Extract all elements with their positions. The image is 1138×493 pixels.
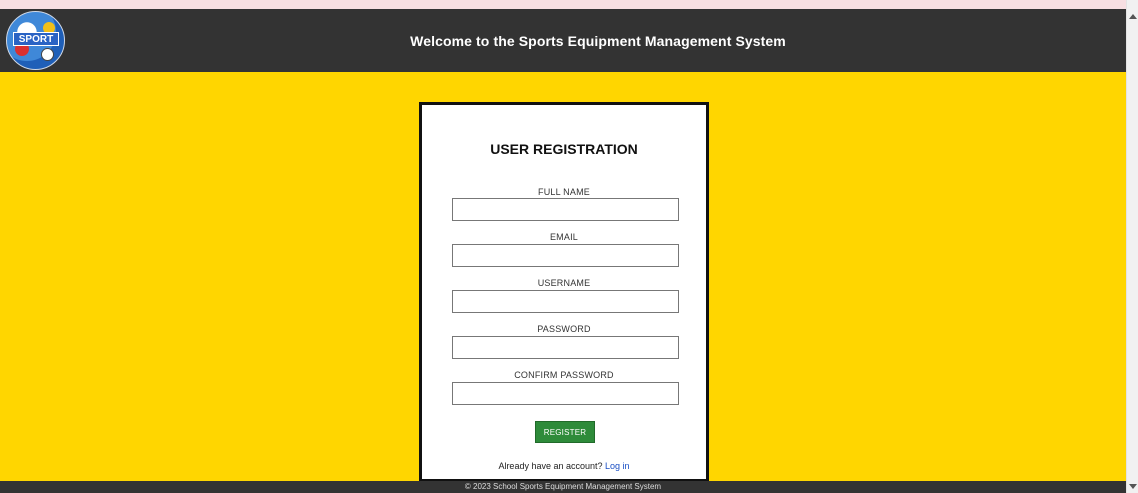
password-label: PASSWORD <box>537 324 591 334</box>
confirm-password-label: CONFIRM PASSWORD <box>514 370 614 380</box>
vertical-scrollbar[interactable] <box>1126 0 1138 493</box>
password-input[interactable] <box>452 336 679 359</box>
login-prompt: Already have an account? Log in <box>422 461 706 471</box>
full-name-input[interactable] <box>452 198 679 221</box>
site-header: SPORT Welcome to the Sports Equipment Ma… <box>0 9 1126 72</box>
scroll-down-arrow-icon[interactable] <box>1129 484 1137 489</box>
email-input[interactable] <box>452 244 679 267</box>
username-input[interactable] <box>452 290 679 313</box>
full-name-label: FULL NAME <box>538 187 590 197</box>
scroll-up-arrow-icon[interactable] <box>1129 14 1137 19</box>
logo-ball-white <box>41 48 54 61</box>
logo-text: SPORT <box>13 32 59 46</box>
sport-logo-icon[interactable]: SPORT <box>6 11 65 70</box>
form-title: USER REGISTRATION <box>490 141 638 157</box>
email-label: EMAIL <box>549 232 578 242</box>
register-button[interactable]: REGISTER <box>535 421 595 443</box>
login-link[interactable]: Log in <box>605 461 630 471</box>
registration-card: USER REGISTRATION FULL NAME EMAIL USERNA… <box>419 102 709 482</box>
page-title: Welcome to the Sports Equipment Manageme… <box>410 32 786 49</box>
browser-top-strip <box>0 0 1126 9</box>
username-label: USERNAME <box>537 278 591 288</box>
login-prompt-text: Already have an account? <box>498 461 603 471</box>
confirm-password-input[interactable] <box>452 382 679 405</box>
site-footer: © 2023 School Sports Equipment Managemen… <box>0 481 1126 493</box>
